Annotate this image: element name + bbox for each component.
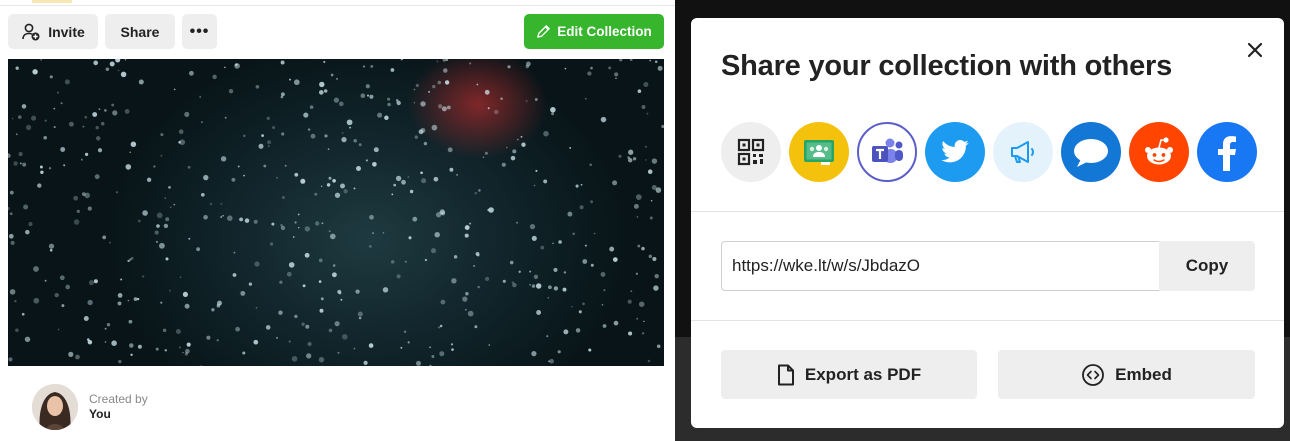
share-twitter-button[interactable] bbox=[925, 122, 985, 182]
share-qr-code-button[interactable] bbox=[721, 122, 781, 182]
share-targets bbox=[721, 122, 1265, 182]
copy-label: Copy bbox=[1185, 256, 1229, 275]
more-icon: ••• bbox=[189, 22, 210, 40]
modal-divider bbox=[691, 211, 1284, 212]
collection-page: Invite Share ••• Edit Collection Created… bbox=[0, 0, 675, 441]
share-announcement-button[interactable] bbox=[993, 122, 1053, 182]
export-pdf-button[interactable]: Export as PDF bbox=[721, 350, 977, 399]
twitter-icon bbox=[941, 140, 969, 163]
tab-indicator bbox=[32, 0, 72, 3]
code-embed-icon bbox=[1082, 363, 1105, 386]
microsoft-teams-icon bbox=[872, 138, 903, 163]
close-icon bbox=[1247, 42, 1263, 58]
modal-divider bbox=[691, 320, 1284, 321]
reddit-icon bbox=[1145, 137, 1173, 165]
embed-button[interactable]: Embed bbox=[998, 350, 1255, 399]
share-modal: Share your collection with others https:… bbox=[691, 18, 1284, 428]
invite-button[interactable]: Invite bbox=[8, 14, 98, 49]
collection-cover-image bbox=[8, 59, 664, 366]
copy-button[interactable]: Copy bbox=[1159, 241, 1255, 291]
avatar[interactable] bbox=[32, 384, 78, 430]
share-google-classroom-button[interactable] bbox=[789, 122, 849, 182]
created-by-label: Created by bbox=[89, 392, 148, 406]
close-button[interactable] bbox=[1243, 38, 1267, 62]
invite-label: Invite bbox=[48, 23, 85, 40]
facebook-icon bbox=[1218, 136, 1236, 171]
share-button[interactable]: Share bbox=[105, 14, 175, 49]
share-link-row: Copy bbox=[721, 241, 1255, 291]
google-classroom-icon bbox=[804, 140, 834, 165]
megaphone-icon bbox=[1011, 141, 1034, 163]
more-options-button[interactable]: ••• bbox=[182, 14, 217, 49]
top-border bbox=[0, 0, 675, 6]
creator-info: Created by You bbox=[32, 384, 148, 430]
share-microsoft-teams-button[interactable] bbox=[857, 122, 917, 182]
add-user-icon bbox=[22, 23, 40, 40]
share-chat-button[interactable] bbox=[1061, 122, 1121, 182]
avatar-photo bbox=[32, 384, 78, 430]
share-reddit-button[interactable] bbox=[1129, 122, 1189, 182]
share-label: Share bbox=[120, 23, 160, 40]
modal-title: Share your collection with others bbox=[721, 50, 1173, 82]
chat-bubble-icon bbox=[1074, 139, 1108, 167]
export-pdf-label: Export as PDF bbox=[804, 364, 922, 384]
edit-collection-label: Edit Collection bbox=[557, 24, 652, 39]
embed-label: Embed bbox=[1115, 364, 1172, 384]
edit-collection-button[interactable]: Edit Collection bbox=[524, 14, 664, 49]
creator-name: You bbox=[89, 407, 111, 421]
pencil-icon bbox=[537, 25, 551, 38]
raindrops-overlay bbox=[8, 59, 664, 366]
share-link-input[interactable] bbox=[721, 241, 1159, 291]
qr-code-icon bbox=[737, 138, 765, 166]
document-icon bbox=[777, 364, 794, 385]
share-facebook-button[interactable] bbox=[1197, 122, 1257, 182]
